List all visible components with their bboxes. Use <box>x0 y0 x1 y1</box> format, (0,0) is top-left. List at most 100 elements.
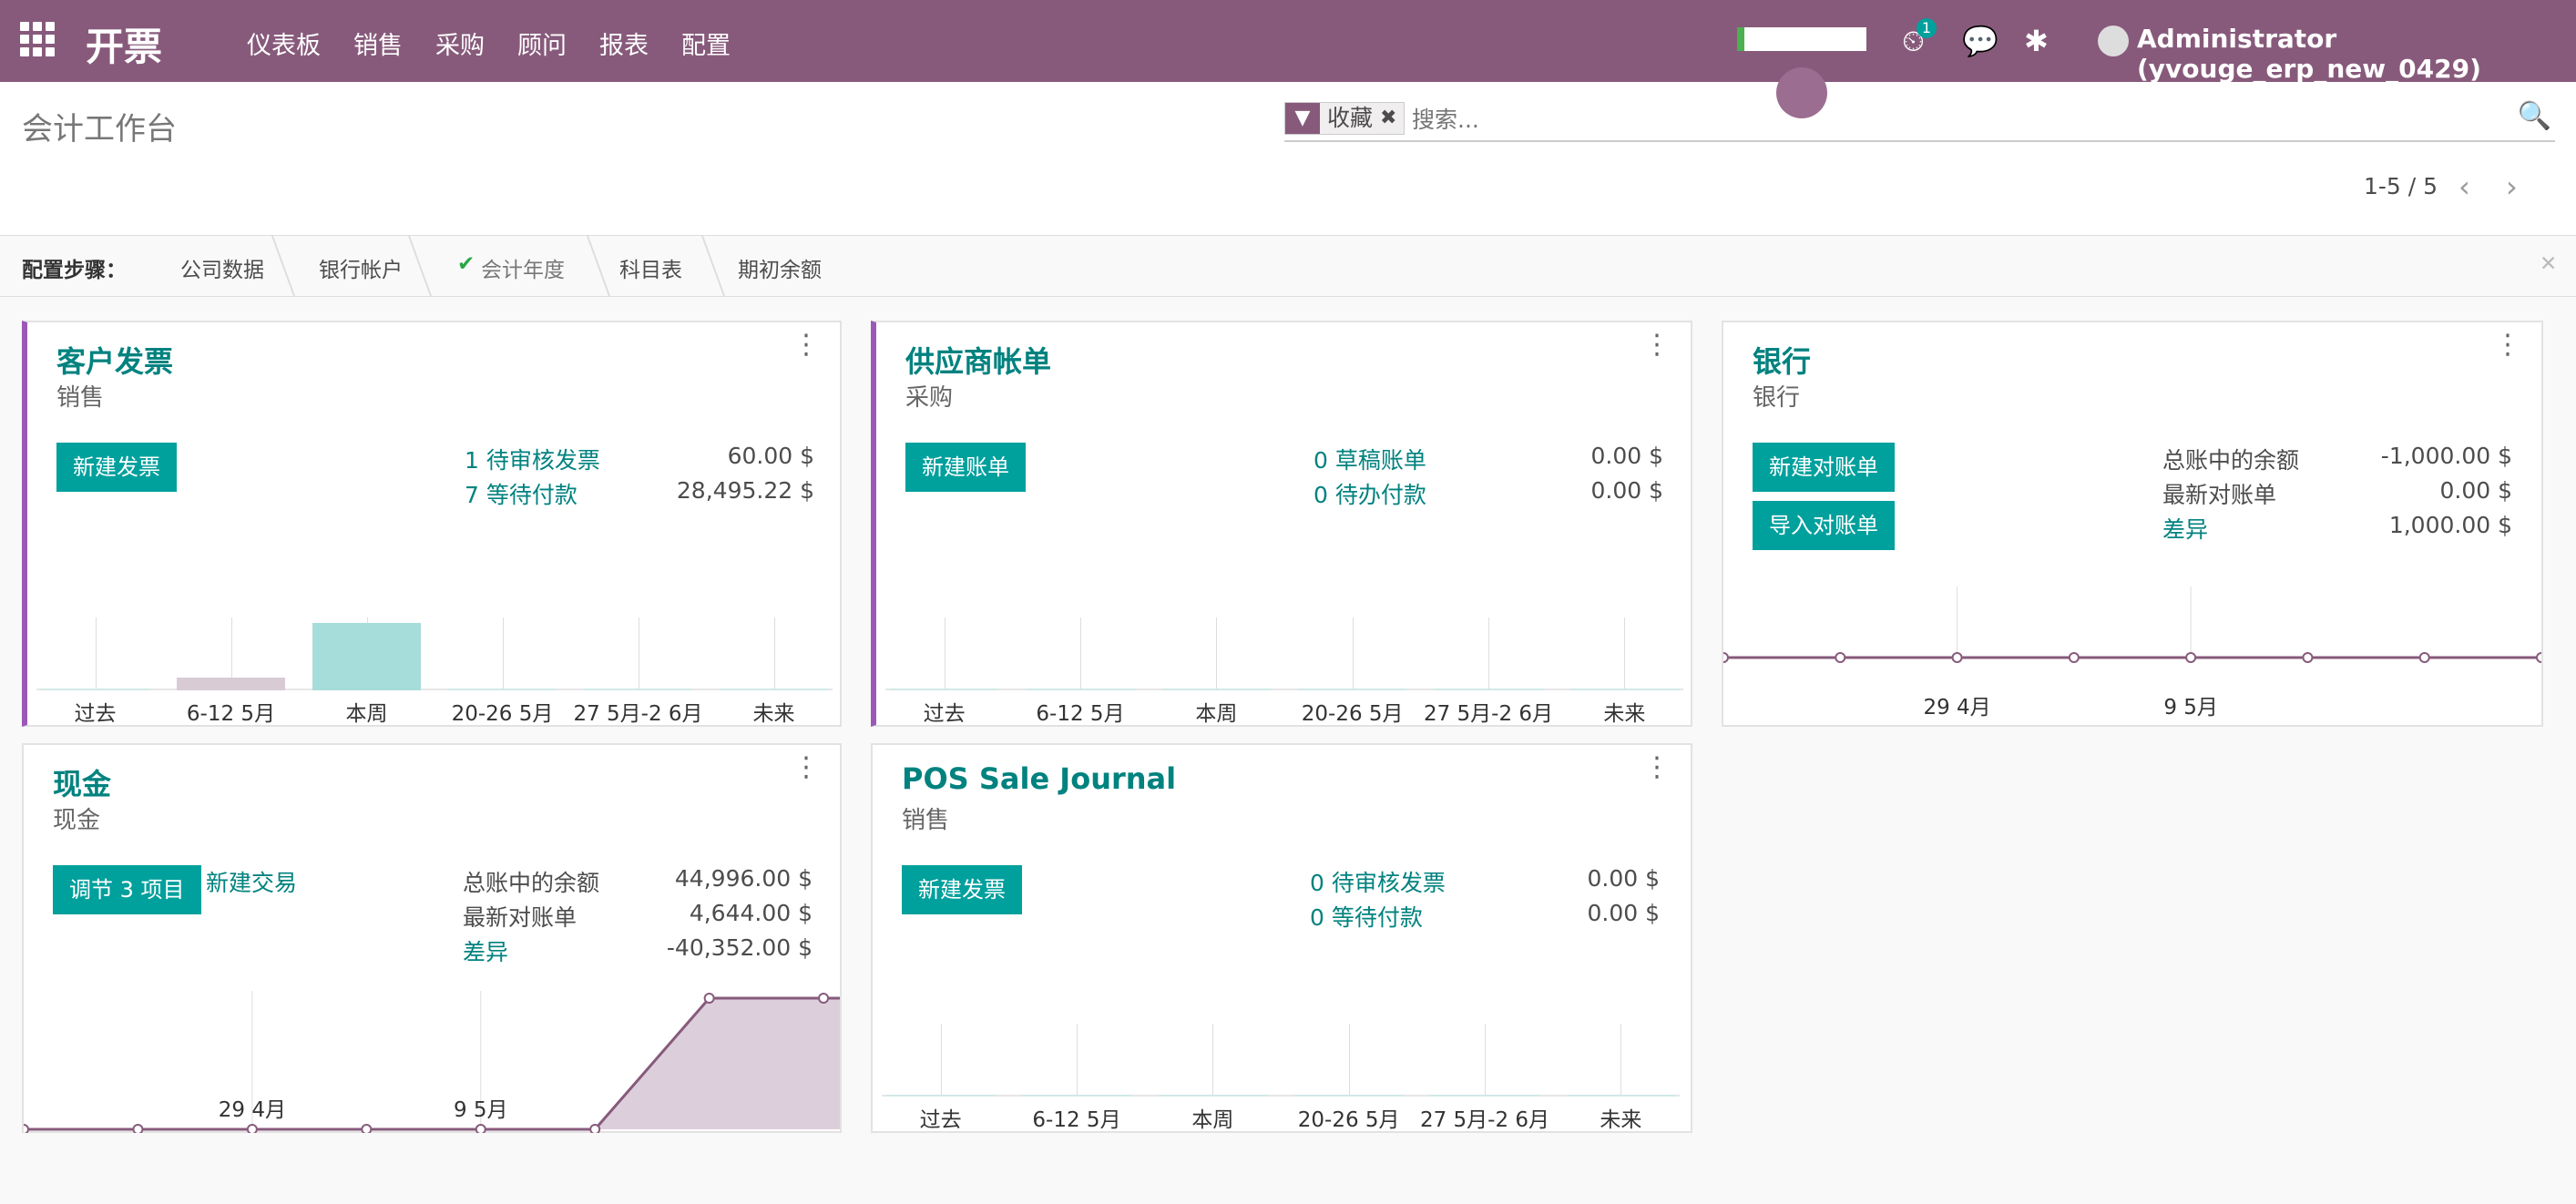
new-bill-button[interactable]: 新建账单 <box>905 443 1026 492</box>
chart-baseline <box>882 1095 1680 1097</box>
row-label[interactable]: 差异 <box>463 934 508 967</box>
chart-point <box>361 1124 373 1133</box>
card-subtitle: 销售 <box>902 807 950 834</box>
row-value: 0.00 $ <box>1587 865 1660 892</box>
chart-point <box>1951 652 1963 663</box>
row-label: 总账中的余额 <box>2162 447 2300 474</box>
new-invoice-button[interactable]: 新建发票 <box>902 865 1022 914</box>
journal-card-cash: 现金 现金 ⋮ 调节 3 项目 新建交易 总账中的余额 44,996.00 $ … <box>22 743 842 1133</box>
search-icon[interactable]: 🔍 <box>2518 100 2551 132</box>
kebab-menu-icon[interactable]: ⋮ <box>1643 754 1671 781</box>
row-value: 0.00 $ <box>1590 443 1663 469</box>
kebab-menu-icon[interactable]: ⋮ <box>1643 332 1671 359</box>
close-icon[interactable]: ✖ <box>1380 103 1404 134</box>
menu-advisor[interactable]: 顾问 <box>517 26 567 61</box>
step-fiscal-year[interactable]: 会计年度 <box>481 252 565 283</box>
chart-bar <box>1158 1095 1268 1097</box>
new-invoice-button[interactable]: 新建发票 <box>56 443 177 492</box>
card-title[interactable]: 银行 <box>1753 339 1811 381</box>
chart-bar <box>885 1095 996 1097</box>
main-menu: 仪表板 销售 采购 顾问 报表 配置 <box>247 26 763 61</box>
menu-purchase[interactable]: 采购 <box>435 26 485 61</box>
import-statement-button[interactable]: 导入对账单 <box>1753 501 1895 550</box>
chart-bar <box>176 678 286 690</box>
chart-bar <box>312 623 422 690</box>
row-value: 44,996.00 $ <box>674 865 813 892</box>
chart-bar <box>583 689 693 690</box>
chart-point <box>2185 652 2197 663</box>
debug-bug-icon[interactable]: ✱ <box>2024 0 2049 82</box>
chart-gridline <box>1080 617 1081 690</box>
menu-dashboard[interactable]: 仪表板 <box>247 26 321 61</box>
row-value: 0.00 $ <box>2439 477 2512 504</box>
chat-icon[interactable]: 💬 <box>1962 0 1998 82</box>
row-value: -40,352.00 $ <box>666 934 813 961</box>
chart-tick-label: 20-26 5月 <box>1301 702 1404 726</box>
page-title: 会计工作台 <box>22 111 177 148</box>
chart-tick-label: 6-12 5月 <box>186 702 276 726</box>
reconcile-button[interactable]: 调节 3 项目 <box>53 865 201 914</box>
card-title[interactable]: POS Sale Journal <box>902 761 1176 796</box>
chart-bar <box>447 689 557 690</box>
filter-icon: ▼ <box>1285 103 1320 134</box>
menu-reports[interactable]: 报表 <box>599 26 649 61</box>
row-value: 28,495.22 $ <box>676 477 814 504</box>
menu-sales[interactable]: 销售 <box>353 26 403 61</box>
chevron-right-icon[interactable]: › <box>2506 169 2518 204</box>
chart-tick-label: 20-26 5月 <box>451 702 554 726</box>
menu-config[interactable]: 配置 <box>681 26 731 61</box>
filter-facet[interactable]: ▼ 收藏 ✖ <box>1284 102 1406 135</box>
chart-point <box>2302 652 2314 663</box>
chart-tick-label: 6-12 5月 <box>1036 702 1125 726</box>
apps-menu-icon[interactable] <box>20 22 55 56</box>
close-icon[interactable]: ✕ <box>2540 252 2557 276</box>
journal-card-customer-invoices: 客户发票 销售 ⋮ 新建发票 1 待审核发票 60.00 $ 7 等待付款 28… <box>22 321 842 727</box>
drag-cursor-indicator <box>1776 67 1827 118</box>
row-label[interactable]: 7 等待付款 <box>465 477 578 510</box>
kebab-menu-icon[interactable]: ⋮ <box>792 332 820 359</box>
row-value: 60.00 $ <box>727 443 814 469</box>
kebab-menu-icon[interactable]: ⋮ <box>2494 332 2521 359</box>
new-transaction-link[interactable]: 新建交易 <box>206 865 297 898</box>
chart-tick-label: 本周 <box>345 702 388 726</box>
row-label[interactable]: 0 草稿账单 <box>1314 443 1426 475</box>
row-label[interactable]: 1 待审核发票 <box>465 443 600 475</box>
chart-svg: 29 4月 9 5月 <box>1723 587 2541 719</box>
chevron-left-icon[interactable]: ‹ <box>2458 169 2470 204</box>
top-navbar: 开票 仪表板 销售 采购 顾问 报表 配置 ⏲ 1 💬 ✱ Administra… <box>0 0 2576 84</box>
kebab-menu-icon[interactable]: ⋮ <box>792 754 820 781</box>
chart-tick-label: 27 5月-2 6月 <box>1423 702 1554 726</box>
chart-bar <box>1022 1095 1131 1097</box>
chart-baseline <box>36 689 833 690</box>
chart-gridline <box>1624 617 1626 690</box>
chart-point <box>2418 652 2430 663</box>
chart-point <box>703 993 715 1004</box>
step-opening-balance[interactable]: 期初余额 <box>738 252 822 283</box>
user-menu[interactable]: Administrator (yvouge_erp_new_0429) <box>2137 24 2576 84</box>
new-statement-button[interactable]: 新建对账单 <box>1753 443 1895 492</box>
chart-tick-label: 6-12 5月 <box>1032 1108 1121 1132</box>
chart-gridline <box>1620 1024 1622 1097</box>
chart-point <box>589 1124 601 1133</box>
row-label[interactable]: 差异 <box>2162 512 2208 545</box>
card-title[interactable]: 供应商帐单 <box>905 339 1051 381</box>
avatar[interactable] <box>2098 26 2129 56</box>
chart-bar <box>1026 689 1135 690</box>
chart-point <box>24 1124 29 1133</box>
bar-chart: 过去 6-12 5月 本周 20-26 5月 27 5月-2 6月 未来 <box>873 1020 1689 1133</box>
card-subtitle: 银行 <box>1753 384 1801 412</box>
card-title[interactable]: 客户发票 <box>56 339 173 381</box>
activity-count-badge: 1 <box>1917 18 1937 38</box>
pager-value[interactable]: 1-5 / 5 <box>2364 173 2438 199</box>
chart-bar <box>40 689 150 690</box>
row-label[interactable]: 0 待审核发票 <box>1310 865 1446 898</box>
step-chart-of-accounts[interactable]: 科目表 <box>619 252 682 283</box>
row-label[interactable]: 0 等待付款 <box>1310 900 1423 933</box>
activity-icon[interactable]: ⏲ <box>1902 0 1925 82</box>
row-label[interactable]: 0 待办付款 <box>1314 477 1426 510</box>
search-input[interactable] <box>1412 104 2414 135</box>
chart-gridline <box>773 617 775 690</box>
chart-point <box>818 993 830 1004</box>
card-title[interactable]: 现金 <box>53 761 111 803</box>
chart-bar <box>1430 1095 1539 1097</box>
